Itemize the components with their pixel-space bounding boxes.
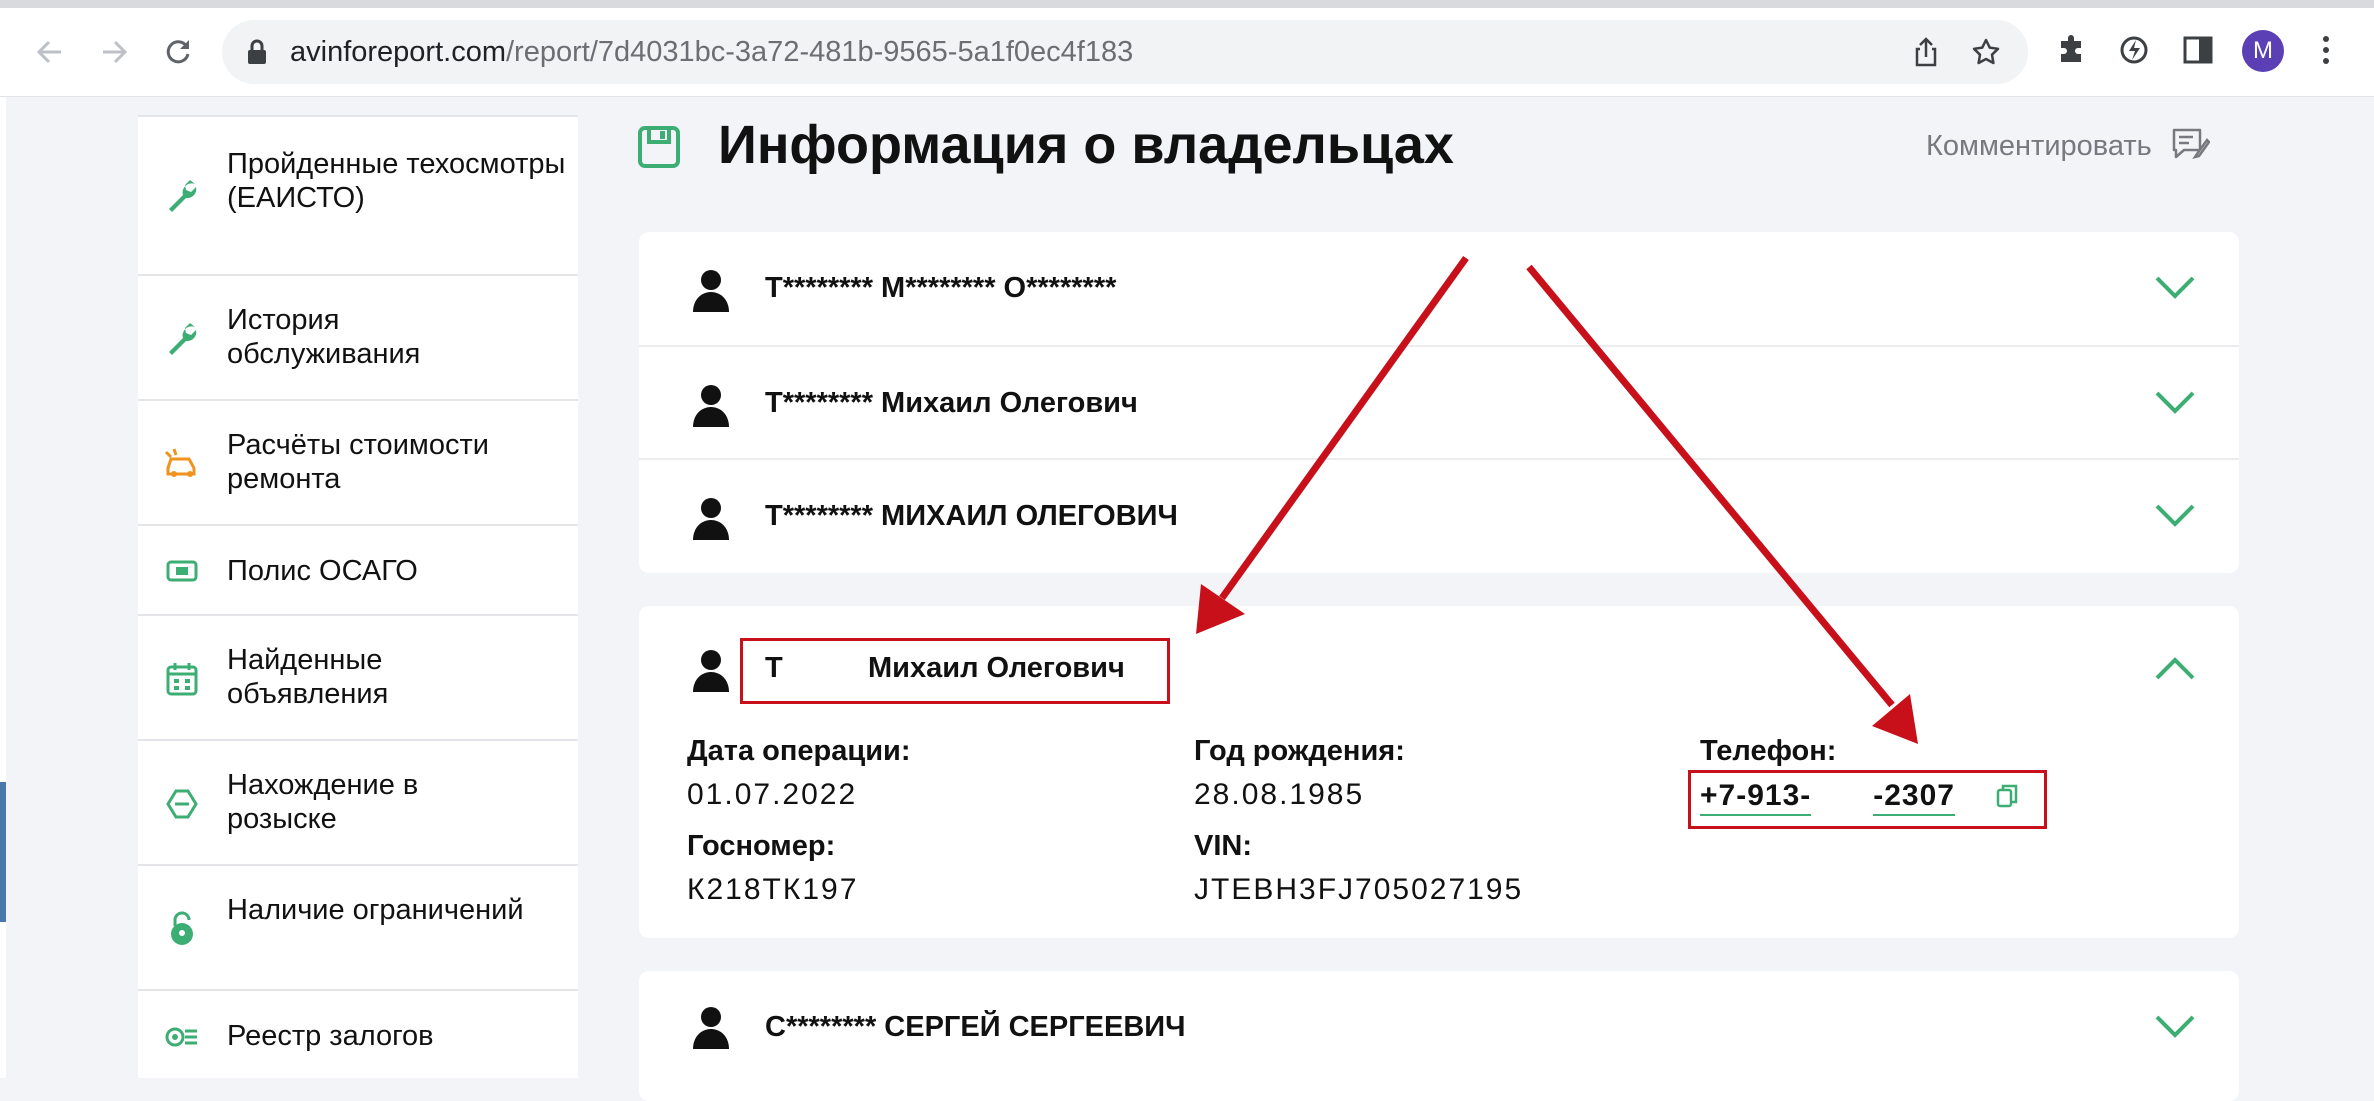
person-icon (691, 1005, 731, 1049)
person-icon (691, 383, 731, 427)
owner-name: С******** СЕРГЕЙ СЕРГЕЕВИЧ (765, 1011, 1186, 1043)
profile-avatar[interactable]: M (2242, 30, 2284, 72)
padlock-icon (164, 910, 200, 946)
sidebar-item-listings[interactable]: Найденные объявления (138, 614, 578, 741)
birth-year-label: Год рождения: (1194, 735, 1405, 767)
background-window-strip (0, 782, 6, 922)
sidebar-item-label: Расчёты стоимости ремонта (227, 429, 489, 495)
plate-label: Госномер: (687, 830, 836, 862)
owner-name: Т******** М******** О******** (765, 272, 1117, 304)
operation-date-value: 01.07.2022 (687, 778, 858, 811)
owners-section-icon (637, 125, 681, 169)
person-icon (691, 268, 731, 312)
window-top-edge (0, 0, 2374, 8)
url-path: /report/7d4031bc-3a72-481b-9565-5a1f0ec4… (506, 36, 1134, 68)
sidebar-item-label: Полис ОСАГО (227, 555, 418, 587)
wanted-icon (164, 786, 200, 822)
owner-row[interactable]: С******** СЕРГЕЙ СЕРГЕЕВИЧ (639, 971, 2239, 1083)
url-text[interactable]: avinforeport.com/report/7d4031bc-3a72-48… (290, 34, 1133, 70)
report-sidebar: Пройденные техосмотры (ЕАИСТО) История о… (138, 115, 578, 1078)
vin-value: JTEBH3FJ705027195 (1194, 873, 1524, 906)
back-icon[interactable] (28, 30, 72, 74)
chevron-up-icon[interactable] (2153, 648, 2197, 688)
plate-value: К218ТК197 (687, 873, 859, 906)
sidebar-item-label: Реестр залогов (227, 1020, 434, 1052)
sidebar-item-pledges[interactable]: Реестр залогов (138, 989, 578, 1080)
forward-icon[interactable] (92, 30, 136, 74)
menu-icon[interactable] (2306, 30, 2346, 70)
annotation-highlight-name (740, 638, 1170, 704)
star-icon[interactable] (1968, 34, 2004, 70)
window-left-edge (0, 97, 6, 1078)
share-icon[interactable] (1908, 34, 1944, 70)
vin-label: VIN: (1194, 830, 1252, 862)
owner-row[interactable]: Т******** М******** О******** (639, 232, 2239, 344)
sidebar-item-wanted[interactable]: Нахождение в розыске (138, 739, 578, 866)
chevron-down-icon[interactable] (2153, 383, 2197, 423)
sidebar-item-label: Наличие ограничений (227, 894, 524, 926)
sidebar-item-label: История обслуживания (227, 304, 421, 370)
sidebar-item-repair-estimates[interactable]: Расчёты стоимости ремонта (138, 399, 578, 526)
owner-row[interactable]: Т******** Михаил Олегович (639, 345, 2239, 459)
pledge-icon (164, 1019, 200, 1055)
damaged-car-icon (164, 445, 200, 481)
address-bar[interactable]: avinforeport.com/report/7d4031bc-3a72-48… (222, 20, 2028, 84)
sidebar-item-label: Пройденные техосмотры (ЕАИСТО) (227, 148, 566, 214)
performance-icon[interactable] (2114, 30, 2154, 70)
browser-toolbar: avinforeport.com/report/7d4031bc-3a72-48… (0, 0, 2374, 97)
phone-label: Телефон: (1700, 735, 1837, 767)
owner-name: Т******** Михаил Олегович (765, 387, 1138, 419)
policy-icon (164, 553, 200, 589)
sidebar-item-restrictions[interactable]: Наличие ограничений (138, 864, 578, 991)
side-panel-icon[interactable] (2178, 30, 2218, 70)
url-host: avinforeport.com (290, 36, 506, 68)
chevron-down-icon[interactable] (2153, 268, 2197, 308)
wrench-icon (164, 177, 200, 213)
page-title: Информация о владельцах (718, 115, 1454, 175)
comment-label: Комментировать (1926, 129, 2152, 162)
owner-card: С******** СЕРГЕЙ СЕРГЕЕВИЧ (639, 971, 2239, 1101)
sidebar-item-service-history[interactable]: История обслуживания (138, 274, 578, 401)
sidebar-item-osago[interactable]: Полис ОСАГО (138, 524, 578, 616)
extensions-icon[interactable] (2052, 30, 2092, 70)
sidebar-item-label: Найденные объявления (227, 644, 389, 710)
comment-button[interactable]: Комментировать (1926, 126, 2211, 167)
calendar-icon (164, 661, 200, 697)
person-icon (691, 496, 731, 540)
reload-icon[interactable] (156, 30, 200, 74)
comment-icon (2170, 126, 2211, 167)
person-icon (691, 648, 731, 692)
chevron-down-icon[interactable] (2153, 496, 2197, 536)
owner-row[interactable]: Т******** МИХАИЛ ОЛЕГОВИЧ (639, 458, 2239, 572)
lock-icon[interactable] (246, 38, 268, 71)
owner-name: Т******** МИХАИЛ ОЛЕГОВИЧ (765, 500, 1178, 532)
operation-date-label: Дата операции: (687, 735, 911, 767)
annotation-highlight-phone (1688, 770, 2047, 829)
birth-date-value: 28.08.1985 (1194, 778, 1365, 811)
wrench-icon (164, 320, 200, 356)
sidebar-item-inspections[interactable]: Пройденные техосмотры (ЕАИСТО) (138, 115, 578, 276)
owners-card: Т******** М******** О******** Т******** … (639, 232, 2239, 573)
chevron-down-icon[interactable] (2153, 1007, 2197, 1047)
sidebar-item-label: Нахождение в розыске (227, 769, 419, 835)
